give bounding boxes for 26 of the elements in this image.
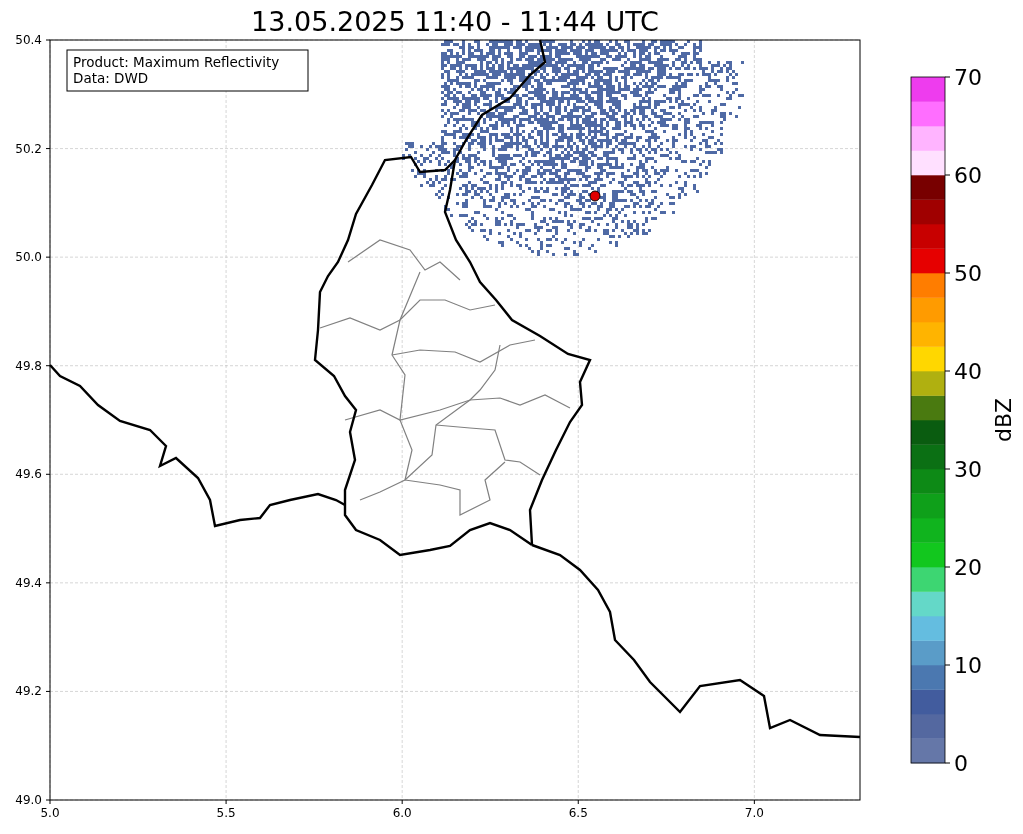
colorbar-tick-label: 60: [954, 163, 982, 188]
y-tick-label: 49.2: [15, 684, 42, 699]
y-tick-label: 50.0: [15, 250, 42, 265]
colorbar-tick-label: 40: [954, 359, 982, 384]
colorbar-tick-label: 10: [954, 653, 982, 678]
site-marker: [589, 190, 601, 202]
colorbar-tick-label: 20: [954, 555, 982, 580]
x-tick-label: 6.5: [568, 806, 588, 820]
legend-text: Data: DWD: [73, 70, 149, 86]
x-tick-label: 5.5: [216, 806, 236, 820]
y-tick-label: 49.6: [15, 467, 42, 482]
y-tick-label: 49.8: [15, 358, 42, 373]
x-tick-label: 6.0: [392, 806, 412, 820]
x-tick-label: 5.0: [40, 806, 60, 820]
colorbar-tick-label: 70: [954, 65, 982, 90]
y-tick-label: 49.4: [15, 575, 42, 590]
legend-text: Product: Maximum Reflectivity: [73, 54, 280, 70]
colorbar-label: dBZ: [991, 397, 1016, 443]
colorbar-tick-label: 0: [954, 751, 968, 776]
colorbar-tick-label: 50: [954, 261, 982, 286]
y-tick-label: 50.2: [15, 141, 42, 156]
y-tick-label: 49.0: [15, 793, 42, 807]
x-tick-label: 7.0: [744, 806, 764, 820]
colorbar-tick-label: 30: [954, 457, 982, 482]
chart-title: 13.05.2025 11:40 - 11:44 UTC: [251, 6, 659, 37]
y-tick-label: 50.4: [15, 33, 42, 47]
